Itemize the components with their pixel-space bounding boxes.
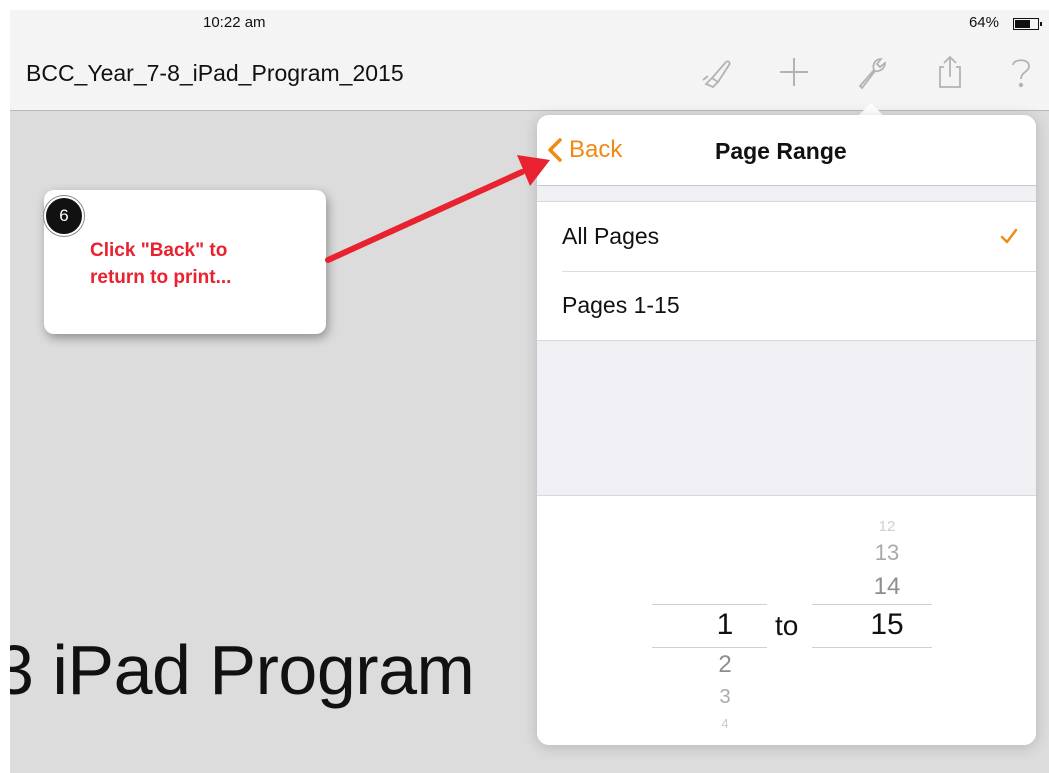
paintbrush-icon[interactable] [698,54,734,90]
page-range-popover: Back Page Range All Pages Pages 1-15 12 … [537,115,1036,745]
picker-to-value[interactable]: 14 [867,573,907,601]
picker-from-value[interactable]: 4 [712,716,738,731]
checkmark-icon [1000,228,1018,244]
document-title: BCC_Year_7-8_iPad_Program_2015 [26,60,404,86]
option-label: All Pages [562,223,660,249]
picker-to-label: to [775,610,799,641]
back-button[interactable]: Back [547,135,622,165]
option-page-subset[interactable]: Pages 1-15 [537,271,1036,340]
popover-title: Page Range [715,138,847,164]
wrench-icon[interactable] [854,54,890,90]
page-range-picker[interactable]: 12 13 14 15 1 2 3 4 to [537,495,1036,745]
picker-from-value[interactable]: 3 [709,686,741,709]
option-all-pages[interactable]: All Pages [537,202,1036,271]
navigation-bar: BCC_Year_7-8_iPad_Program_2015 [10,38,1049,111]
picker-from-selected[interactable]: 1 [707,608,743,642]
picker-to-value[interactable]: 13 [867,540,907,566]
step-number-badge: 6 [44,196,84,236]
chevron-left-icon [548,138,562,162]
picker-to-value[interactable]: 12 [872,518,902,535]
status-bar: 10:22 am 64% [10,10,1049,38]
option-label: Pages 1-15 [562,292,680,318]
app-screen: 10:22 am 64% BCC_Year_7-8_iPad_Program_2… [10,10,1049,773]
plus-icon[interactable] [776,54,812,90]
document-heading: 3 iPad Program [10,631,475,709]
picker-from-value[interactable]: 2 [709,651,741,679]
back-label: Back [569,136,623,163]
callout-instruction: Click "Back" to return to print... [90,240,232,288]
share-icon[interactable] [932,54,968,90]
page-range-options: All Pages Pages 1-15 [537,201,1036,341]
battery-percentage: 64% [968,14,999,31]
help-icon[interactable] [1006,54,1036,90]
battery-icon [1013,18,1042,30]
popover-header: Back Page Range [537,115,1036,186]
status-time: 10:22 am [203,14,266,31]
picker-to-selected[interactable]: 15 [859,608,915,642]
